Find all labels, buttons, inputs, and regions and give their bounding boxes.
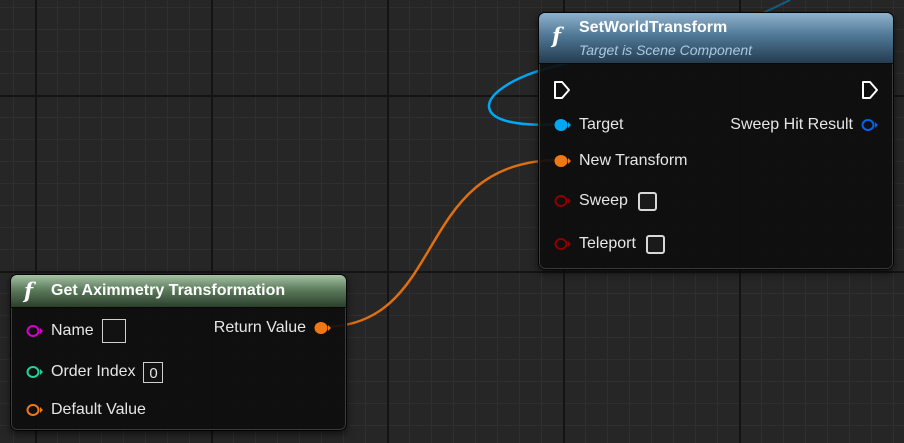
- name-label: Name: [51, 322, 94, 339]
- target-pin-icon[interactable]: [554, 118, 572, 132]
- node-title: Get Aximmetry Transformation: [51, 282, 286, 299]
- sweep-hit-result-pin-icon[interactable]: [861, 118, 879, 132]
- target-label: Target: [579, 116, 624, 133]
- target-pin-row[interactable]: Target: [554, 112, 623, 138]
- sweep-pin-icon[interactable]: [554, 194, 572, 208]
- set-world-transform-header[interactable]: f SetWorldTransform Target is Scene Comp…: [539, 13, 893, 64]
- order-index-input[interactable]: 0: [143, 361, 164, 383]
- exec-output-row: [861, 77, 879, 103]
- sweep-pin-row[interactable]: Sweep: [554, 188, 657, 214]
- sweep-checkbox[interactable]: [637, 191, 657, 211]
- exec-out-pin-icon[interactable]: [861, 80, 879, 100]
- default-value-pin-row[interactable]: Default Value: [26, 397, 146, 423]
- default-value-pin-icon[interactable]: [26, 403, 44, 417]
- sweep-hit-result-pin-row[interactable]: Sweep Hit Result: [730, 112, 879, 138]
- sweep-label: Sweep: [579, 192, 628, 209]
- function-icon: f: [24, 278, 34, 303]
- transform-wire[interactable]: [321, 158, 561, 329]
- new-transform-pin-row[interactable]: New Transform: [554, 148, 687, 174]
- node-title: SetWorldTransform: [579, 19, 728, 36]
- default-value-label: Default Value: [51, 401, 146, 418]
- order-index-pin-row[interactable]: Order Index 0: [26, 359, 164, 385]
- function-icon: f: [552, 23, 562, 48]
- new-transform-label: New Transform: [579, 152, 688, 169]
- name-input[interactable]: [101, 319, 126, 343]
- exec-input-row: [553, 77, 571, 103]
- sweep-hit-result-label: Sweep Hit Result: [730, 116, 853, 133]
- set-world-transform-node[interactable]: f SetWorldTransform Target is Scene Comp…: [538, 12, 894, 270]
- name-pin-row[interactable]: Name: [26, 318, 126, 344]
- get-aximmetry-transformation-node[interactable]: f Get Aximmetry Transformation Name Retu…: [10, 274, 347, 431]
- return-value-pin-row[interactable]: Return Value: [214, 315, 332, 341]
- new-transform-pin-icon[interactable]: [554, 154, 572, 168]
- node-subtitle: Target is Scene Component: [579, 42, 753, 58]
- return-value-pin-icon[interactable]: [314, 321, 332, 335]
- order-index-label: Order Index: [51, 363, 136, 380]
- get-aximmetry-transformation-header[interactable]: f Get Aximmetry Transformation: [11, 275, 346, 308]
- return-value-label: Return Value: [213, 319, 306, 336]
- exec-in-pin-icon[interactable]: [553, 80, 571, 100]
- teleport-checkbox[interactable]: [645, 234, 665, 254]
- teleport-pin-row[interactable]: Teleport: [554, 231, 665, 257]
- teleport-label: Teleport: [579, 235, 636, 252]
- order-index-pin-icon[interactable]: [26, 365, 44, 379]
- name-pin-icon[interactable]: [26, 324, 44, 338]
- teleport-pin-icon[interactable]: [554, 237, 572, 251]
